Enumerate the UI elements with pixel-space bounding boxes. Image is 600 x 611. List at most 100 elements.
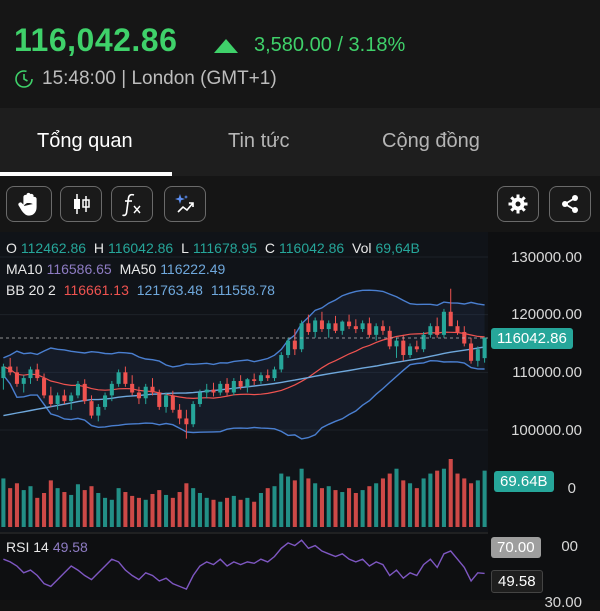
candle-body [231,380,236,393]
volume-bar [130,495,135,527]
price-tick-120000: 120000.00 [511,306,582,323]
volume-bar [62,492,67,527]
share-button[interactable] [549,186,591,222]
candle-body [28,369,33,379]
up-arrow-icon [214,38,238,53]
candle-body [252,379,257,381]
price-change: 3,580.00 / 3.18% [214,34,405,57]
volume-bar [42,493,47,527]
candle-body [360,323,365,330]
gear-icon [508,194,528,214]
volume-bar [75,484,80,527]
candle-body [204,389,209,393]
chart-type-button[interactable] [60,186,102,222]
volume-bar [462,478,467,527]
ma10-label: MA10 [6,261,43,277]
candle-body [272,369,277,379]
tab-community[interactable]: Cộng đồng [382,130,480,153]
volume-bar [116,488,121,527]
volume-bar [482,470,487,527]
volume-bar [204,497,209,527]
volume-bar [475,480,480,527]
volume-bar [286,476,291,527]
candle-body [441,311,446,335]
volume-bar [299,468,304,527]
candle-body [414,346,419,350]
candle-body [455,326,460,332]
bollinger-mid-value: 116661.13 [63,282,129,298]
volume-bar [69,494,74,527]
price-tick-130000: 130000.00 [511,249,582,266]
candle-body [428,326,433,335]
price-tick-100000: 100000.00 [511,422,582,439]
volume-bar [252,501,257,527]
candle-body [319,320,324,330]
candle-body [21,378,26,384]
low-label: L [181,240,189,256]
candle-body [299,323,304,350]
volume-bar [421,478,426,527]
volume-bar [96,493,101,527]
bollinger-upper-value: 121763.48 [136,282,203,298]
volume-label: Vol [352,240,372,256]
volume-bar [191,488,196,527]
candle-body [69,395,74,402]
candle-body [258,375,263,381]
volume-bar [387,473,392,527]
candle-body [435,326,440,335]
volume-bar [8,488,13,527]
volume-bar [225,497,230,527]
bollinger-lower-value: 111558.78 [210,282,275,298]
market-time: 15:48:00 | London (GMT+1) [14,68,277,90]
current-price-tag: 116042.86 [491,328,573,349]
candle-body [184,418,189,425]
candle [279,352,284,373]
candle-body [123,372,128,384]
volume-bar [218,501,223,527]
candle [441,308,446,338]
clock-icon [15,70,33,88]
drawing-tool-button[interactable] [6,186,52,222]
candle-body [48,395,53,405]
open-label: O [6,240,17,256]
volume-bar [279,473,284,527]
candle-body [482,337,487,359]
volume-bar [170,497,175,527]
market-time-text: 15:48:00 | London (GMT+1) [42,68,277,89]
ma50-label: MA50 [119,261,157,277]
candle-body [238,380,243,387]
price-chart[interactable]: O 112462.86 H 116042.86 L 111678.95 C 116042… [0,232,600,611]
close-value: 116042.86 [279,240,345,256]
low-value: 111678.95 [192,240,257,256]
rsi-value: 49.58 [52,539,88,555]
candle-body [218,383,223,393]
volume-bar [428,473,433,527]
volume-bar [367,486,372,527]
ma-legend: MA10 116586.65 MA50 116222.49 [6,261,229,277]
price-tick-110000: 110000.00 [512,364,582,381]
indicators-button[interactable] [111,186,153,222]
bollinger-legend: BB 20 2 116661.13 121763.48 111558.78 [6,282,279,298]
volume-bar [164,494,169,527]
magic-trend-icon [175,194,194,213]
volume-bar [265,488,270,527]
rsi-label: RSI 14 [6,539,49,555]
auto-analysis-button[interactable] [164,186,206,222]
volume-bar [55,488,60,527]
volume-bar [340,492,345,527]
volume-bar [441,468,446,527]
candle-body [130,383,135,393]
candlestick-icon [74,194,90,214]
chart-settings-button[interactable] [497,186,539,222]
candle-body [421,334,426,350]
tab-news[interactable]: Tin tức [228,130,290,153]
candle-body [35,369,40,379]
volume-bar [306,478,311,527]
candle-body [62,395,67,402]
price-change-value: 3,580.00 / 3.18% [254,34,406,56]
rsi-legend: RSI 14 49.58 [6,539,92,555]
candle-body [157,392,162,407]
tab-overview[interactable]: Tổng quan [37,130,133,153]
candle-body [394,340,399,347]
rsi-70-tag: 70.00 [491,537,541,558]
